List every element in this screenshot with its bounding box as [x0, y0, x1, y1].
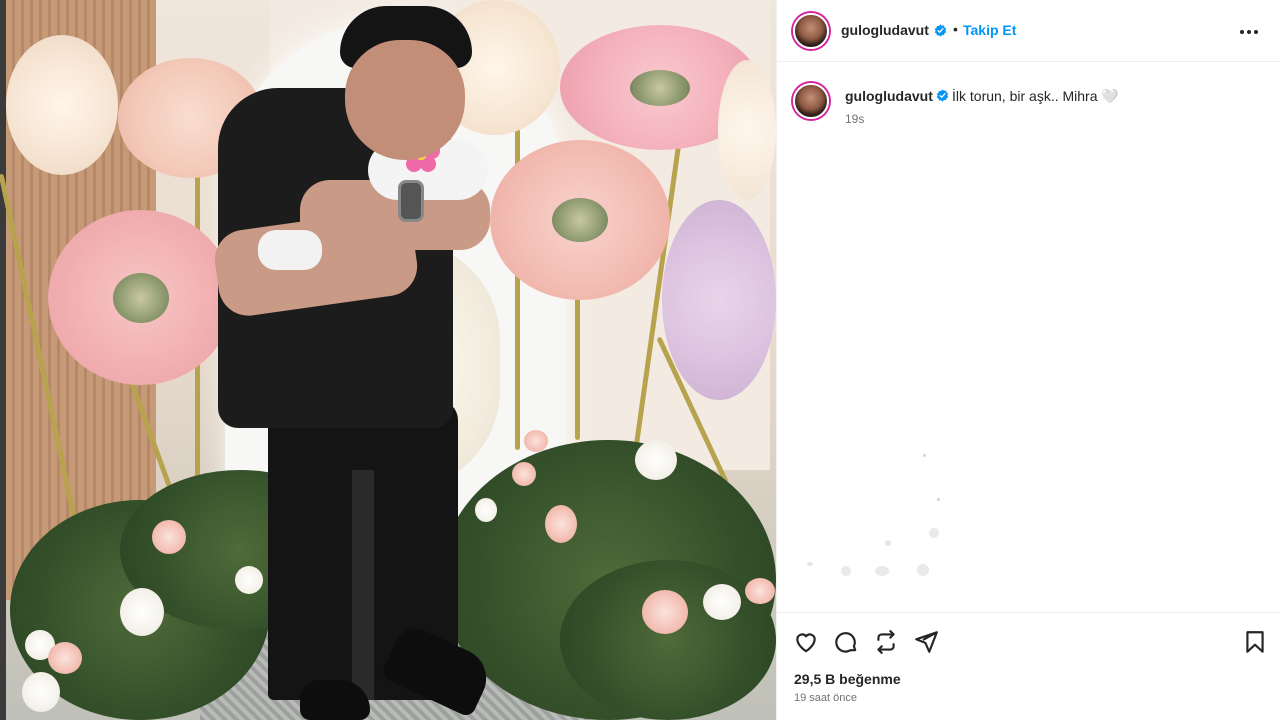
pink-rose — [642, 590, 688, 634]
pink-rose — [545, 505, 577, 543]
greenery — [560, 560, 776, 720]
header-username[interactable]: gulogludavut — [841, 22, 929, 38]
caption-text: İlk torun, bir aşk.. Mihra 🤍 — [952, 88, 1119, 104]
paper-flower-cream — [6, 35, 118, 175]
person-leg-gap — [352, 470, 374, 700]
like-count[interactable]: 29,5 B beğenme — [794, 671, 901, 687]
avatar[interactable] — [793, 13, 829, 49]
comment-icon[interactable] — [833, 629, 859, 655]
white-rose — [120, 588, 164, 636]
pink-rose — [745, 578, 775, 604]
paper-flower-cream — [718, 60, 776, 200]
white-rose — [703, 584, 741, 620]
paper-flower-lilac — [662, 200, 776, 400]
paper-flower-pink — [48, 210, 233, 385]
wristwatch — [398, 180, 424, 222]
follow-button[interactable]: Takip Et — [963, 22, 1016, 38]
separator-dot: • — [953, 21, 958, 37]
paper-flower-pink — [490, 140, 670, 300]
verified-badge-icon — [934, 24, 947, 37]
flower-stem — [575, 280, 580, 440]
white-rose — [475, 498, 497, 522]
white-rose — [22, 672, 60, 712]
send-icon[interactable] — [913, 629, 939, 655]
pink-rose — [512, 462, 536, 486]
post-panel: gulogludavut • Takip Et gulogludavut İlk… — [776, 0, 1280, 720]
bookmark-icon[interactable] — [1242, 629, 1268, 655]
pink-rose — [152, 520, 186, 554]
verified-badge-icon — [936, 89, 949, 102]
post-header: gulogludavut • Takip Et — [777, 0, 1280, 62]
pink-rose — [524, 430, 548, 452]
more-options-icon[interactable] — [1237, 20, 1261, 44]
heart-icon[interactable] — [793, 629, 819, 655]
white-rose — [635, 440, 677, 480]
baby-sock — [258, 230, 322, 270]
share-icon[interactable] — [873, 629, 899, 655]
pink-rose — [48, 642, 82, 674]
post-image[interactable] — [0, 0, 776, 720]
post-timestamp[interactable]: 19 saat önce — [794, 692, 857, 704]
post-actions: 29,5 B beğenme 19 saat önce — [777, 612, 1280, 720]
caption-avatar[interactable] — [793, 83, 829, 119]
caption-username[interactable]: gulogludavut — [845, 88, 933, 104]
person-head — [345, 40, 465, 160]
caption-time[interactable]: 19s — [845, 112, 864, 126]
white-rose — [235, 566, 263, 594]
